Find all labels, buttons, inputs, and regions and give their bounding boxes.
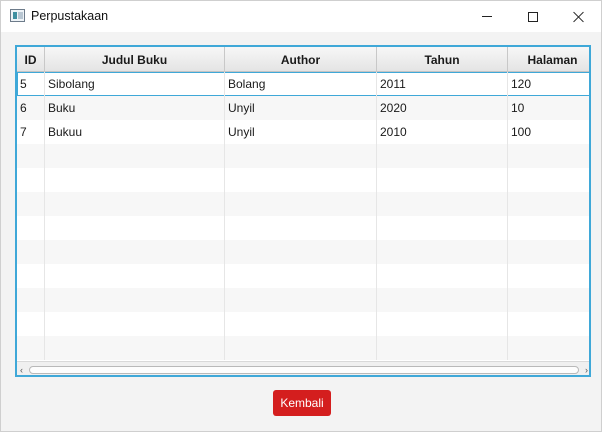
column-header-tahun[interactable]: Tahun <box>377 47 508 72</box>
cell-halaman <box>508 288 589 312</box>
cell-halaman: 100 <box>508 120 589 144</box>
cell-tahun <box>377 288 508 312</box>
scrollbar-thumb[interactable] <box>29 366 579 374</box>
cell-tahun <box>377 240 508 264</box>
cell-id: 6 <box>17 96 45 120</box>
cell-tahun <box>377 336 508 360</box>
cell-tahun: 2010 <box>377 120 508 144</box>
empty-table-row[interactable] <box>17 336 589 360</box>
cell-halaman <box>508 240 589 264</box>
cell-halaman <box>508 168 589 192</box>
column-header-judul-buku[interactable]: Judul Buku <box>45 47 225 72</box>
cell-halaman <box>508 312 589 336</box>
cell-halaman: 10 <box>508 96 589 120</box>
cell-author <box>225 216 377 240</box>
cell-id: 5 <box>17 72 45 96</box>
cell-author <box>225 192 377 216</box>
cell-id <box>17 264 45 288</box>
empty-table-row[interactable] <box>17 288 589 312</box>
cell-id <box>17 288 45 312</box>
empty-table-row[interactable] <box>17 312 589 336</box>
minimize-button[interactable] <box>464 1 510 32</box>
cell-judul-buku: Sibolang <box>45 72 225 96</box>
table-header: ID Judul Buku Author Tahun Halaman <box>17 47 589 72</box>
cell-tahun <box>377 312 508 336</box>
cell-judul-buku <box>45 216 225 240</box>
cell-judul-buku <box>45 336 225 360</box>
maximize-button[interactable] <box>510 1 556 32</box>
window-title: Perpustakaan <box>31 9 109 23</box>
column-header-id[interactable]: ID <box>17 47 45 72</box>
cell-id: 7 <box>17 120 45 144</box>
cell-judul-buku <box>45 312 225 336</box>
cell-halaman <box>508 144 589 168</box>
table-body: 5 Sibolang Bolang 2011 120 6 Buku Unyil 2020 10 7 B… <box>17 72 589 361</box>
close-icon <box>573 11 585 23</box>
horizontal-scrollbar[interactable]: ‹ › <box>17 361 589 375</box>
minimize-icon <box>482 16 492 17</box>
cell-author <box>225 312 377 336</box>
cell-author <box>225 168 377 192</box>
cell-halaman <box>508 192 589 216</box>
table-row[interactable]: 6 Buku Unyil 2020 10 <box>17 96 589 120</box>
cell-author <box>225 144 377 168</box>
column-header-author[interactable]: Author <box>225 47 377 72</box>
cell-author: Bolang <box>225 72 377 96</box>
empty-table-row[interactable] <box>17 240 589 264</box>
empty-table-row[interactable] <box>17 168 589 192</box>
cell-halaman <box>508 264 589 288</box>
chevron-left-icon[interactable]: ‹ <box>20 365 28 375</box>
cell-judul-buku: Bukuu <box>45 120 225 144</box>
empty-table-row[interactable] <box>17 144 589 168</box>
cell-tahun: 2020 <box>377 96 508 120</box>
cell-judul-buku <box>45 192 225 216</box>
empty-table-row[interactable] <box>17 192 589 216</box>
close-button[interactable] <box>556 1 602 32</box>
cell-author <box>225 288 377 312</box>
chevron-right-icon[interactable]: › <box>580 365 588 375</box>
cell-author <box>225 336 377 360</box>
cell-judul-buku <box>45 168 225 192</box>
cell-tahun <box>377 192 508 216</box>
cell-judul-buku <box>45 288 225 312</box>
cell-tahun <box>377 264 508 288</box>
cell-id <box>17 336 45 360</box>
kembali-button[interactable]: Kembali <box>273 390 331 416</box>
cell-author <box>225 240 377 264</box>
cell-id <box>17 216 45 240</box>
cell-id <box>17 240 45 264</box>
app-window: Perpustakaan ID Judul Buku Author Tahun … <box>0 0 602 432</box>
books-table[interactable]: ID Judul Buku Author Tahun Halaman 5 Sibo… <box>15 45 591 377</box>
empty-table-row[interactable] <box>17 216 589 240</box>
cell-halaman <box>508 336 589 360</box>
cell-tahun <box>377 144 508 168</box>
maximize-icon <box>528 11 538 22</box>
table-row[interactable]: 5 Sibolang Bolang 2011 120 <box>17 72 589 96</box>
title-bar[interactable]: Perpustakaan <box>1 1 601 32</box>
column-header-halaman[interactable]: Halaman <box>508 47 589 72</box>
cell-id <box>17 144 45 168</box>
window-app-icon <box>10 9 25 22</box>
cell-tahun <box>377 168 508 192</box>
table-row[interactable]: 7 Bukuu Unyil 2010 100 <box>17 120 589 144</box>
cell-author: Unyil <box>225 96 377 120</box>
cell-id <box>17 192 45 216</box>
cell-author <box>225 264 377 288</box>
cell-halaman: 120 <box>508 72 589 96</box>
cell-judul-buku <box>45 144 225 168</box>
cell-id <box>17 168 45 192</box>
cell-halaman <box>508 216 589 240</box>
cell-judul-buku <box>45 264 225 288</box>
cell-author: Unyil <box>225 120 377 144</box>
empty-table-row[interactable] <box>17 264 589 288</box>
cell-tahun <box>377 216 508 240</box>
cell-tahun: 2011 <box>377 72 508 96</box>
cell-judul-buku: Buku <box>45 96 225 120</box>
cell-judul-buku <box>45 240 225 264</box>
cell-id <box>17 312 45 336</box>
